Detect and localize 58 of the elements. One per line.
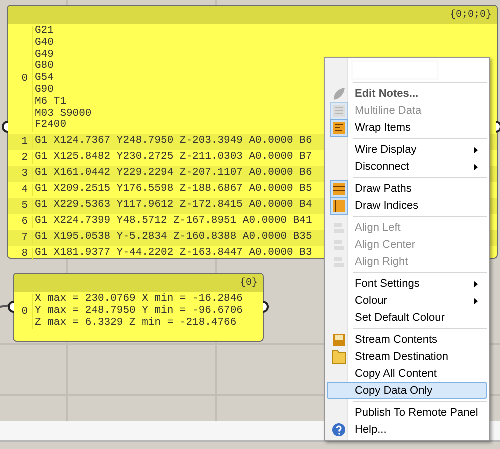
panel-text-line: X max = 230.0769 X min = -16.2846 bbox=[35, 294, 243, 305]
panel-text-line: G1 X125.8482 Y230.2725 Z-211.0303 A0.0000 B7 bbox=[35, 152, 312, 164]
submenu-arrow-icon bbox=[474, 281, 478, 288]
item-index: 6 bbox=[20, 216, 29, 228]
item-index: 0 bbox=[20, 306, 29, 318]
panel-text-line: F2400 bbox=[35, 120, 68, 132]
item-index: 4 bbox=[20, 184, 29, 196]
menu-item[interactable]: Copy All Content bbox=[327, 365, 487, 382]
menu-item[interactable]: Stream Contents bbox=[327, 331, 487, 348]
panel-text-line: G21 bbox=[35, 26, 55, 38]
output-grip-icon[interactable] bbox=[494, 121, 500, 133]
input-grip-icon[interactable] bbox=[8, 301, 16, 313]
panel[interactable]: {0} 0 X max = 230.0769 X min = -16.2846 Y max = 248.7950 Y min = -96.6706 Z max = 6.3329 Z min = -218.4766 bbox=[13, 273, 264, 342]
panel-path: {0} bbox=[240, 278, 258, 288]
menu-item[interactable]: Disconnect bbox=[327, 158, 487, 175]
panel-text-line: G1 X224.7399 Y48.5712 Z-167.8951 A0.0000 B41 bbox=[35, 216, 312, 228]
panel-text-line: G1 X209.2515 Y176.5598 Z-188.6867 A0.0000 B5 bbox=[35, 184, 312, 196]
help-icon bbox=[330, 420, 348, 438]
menu-item[interactable]: Set Default Colour bbox=[327, 309, 487, 326]
item-index: 3 bbox=[20, 168, 29, 180]
folder-icon bbox=[330, 348, 348, 366]
panel-text-line: Y max = 248.7950 Y min = -96.6706 bbox=[35, 306, 243, 317]
panel-text-line: G1 X195.0538 Y-5.2834 Z-160.8388 A0.0000 B35 bbox=[35, 232, 312, 244]
panel-text-line: M6 T1 bbox=[35, 96, 68, 109]
panel-text-line: G1 X161.0442 Y229.2294 Z-207.1107 A0.0000 B6 bbox=[35, 168, 312, 180]
panel-text-line: G1 X181.9377 Y-44.2202 Z-163.8447 A0.0000 B3 bbox=[35, 248, 312, 260]
menu-item[interactable]: Draw Paths bbox=[327, 180, 487, 197]
panel-path: {0;0;0} bbox=[450, 10, 492, 20]
panel-text-line: G80 bbox=[35, 61, 55, 73]
item-index: 1 bbox=[20, 136, 29, 148]
submenu-arrow-icon bbox=[474, 164, 478, 171]
panel-text-line: G1 X229.5363 Y117.9612 Z-172.8415 A0.0000 B4 bbox=[35, 200, 312, 212]
menu-item[interactable]: Draw Indices bbox=[327, 197, 487, 214]
panel-text-line: G54 bbox=[35, 73, 55, 85]
item-index: 5 bbox=[20, 200, 29, 212]
panel-text-line: G49 bbox=[35, 50, 55, 61]
menu-item[interactable]: Wrap Items bbox=[327, 119, 487, 136]
menu-item[interactable]: Colour bbox=[327, 292, 487, 309]
panel-text-line: Z max = 6.3329 Z min = -218.4766 bbox=[35, 318, 238, 330]
item-index: 8 bbox=[20, 248, 29, 260]
menu-item[interactable]: Edit Notes... bbox=[327, 85, 487, 102]
submenu-arrow-icon bbox=[474, 147, 478, 154]
output-grip-icon[interactable] bbox=[261, 301, 269, 313]
menu-item[interactable]: Stream Destination bbox=[327, 348, 487, 365]
panel-text-line: G1 X124.7367 Y248.7950 Z-203.3949 A0.0000 B6 bbox=[35, 136, 312, 148]
panel-text-line: G90 bbox=[35, 84, 55, 97]
panel-text-line: G40 bbox=[35, 38, 55, 50]
panel-text-line: M03 S9000 bbox=[35, 108, 92, 120]
menu-item[interactable]: Wire Display bbox=[327, 141, 487, 158]
input-grip-icon[interactable] bbox=[2, 121, 10, 133]
item-index: 7 bbox=[20, 232, 29, 244]
submenu-arrow-icon bbox=[474, 298, 478, 305]
menu-item[interactable]: Help... bbox=[327, 421, 487, 438]
item-index: 2 bbox=[20, 152, 29, 164]
menu-item[interactable]: Font Settings bbox=[327, 275, 487, 292]
menu-item[interactable]: Copy Data Only bbox=[327, 382, 487, 399]
item-index: 0 bbox=[20, 73, 29, 86]
menu-item[interactable]: Publish To Remote Panel bbox=[327, 404, 487, 421]
